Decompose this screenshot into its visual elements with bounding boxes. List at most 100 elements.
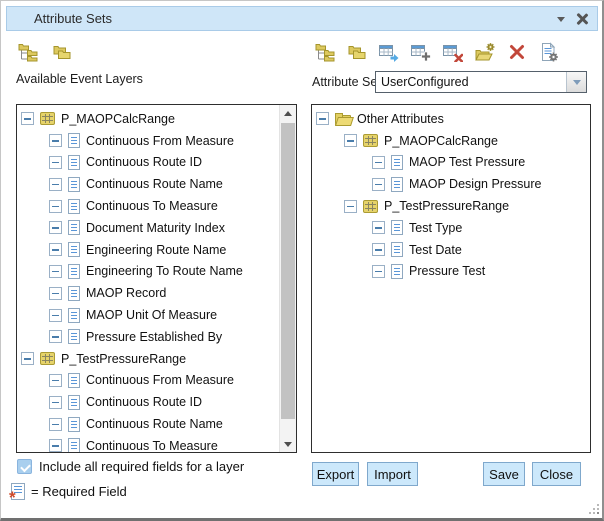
field-icon xyxy=(68,438,80,452)
collapse-toggle-icon[interactable] xyxy=(372,221,385,234)
field-icon xyxy=(68,308,80,323)
scroll-down-button[interactable] xyxy=(280,436,296,452)
assign-to-set-button[interactable] xyxy=(378,42,399,62)
field-icon xyxy=(68,220,80,235)
tree-item-label: Engineering To Route Name xyxy=(86,264,243,278)
field-icon xyxy=(391,155,403,170)
collapse-toggle-icon[interactable] xyxy=(49,418,62,431)
tree-item[interactable]: MAOP Design Pressure xyxy=(312,173,590,195)
tree-item-label: P_MAOPCalcRange xyxy=(384,134,498,148)
tree-item-label: Engineering Route Name xyxy=(86,243,226,257)
field-icon xyxy=(391,177,403,192)
tree-item[interactable]: Continuous Route ID xyxy=(17,152,279,174)
collapse-toggle-icon[interactable] xyxy=(49,156,62,169)
collapse-toggle-icon[interactable] xyxy=(49,178,62,191)
tree-item[interactable]: P_MAOPCalcRange xyxy=(312,130,590,152)
collapse-all-button[interactable] xyxy=(346,42,367,62)
add-table-button[interactable] xyxy=(410,42,431,62)
window-menu-icon[interactable] xyxy=(557,17,565,22)
collapse-toggle-icon[interactable] xyxy=(49,134,62,147)
triangle-down-icon xyxy=(284,442,292,447)
expand-all-button[interactable] xyxy=(17,42,38,62)
tree-item[interactable]: Continuous Route Name xyxy=(17,173,279,195)
collapse-toggle-icon[interactable] xyxy=(372,243,385,256)
collapse-toggle-icon[interactable] xyxy=(49,221,62,234)
collapse-toggle-icon[interactable] xyxy=(344,200,357,213)
tree-item[interactable]: Other Attributes xyxy=(312,108,590,130)
tree-item[interactable]: P_TestPressureRange xyxy=(17,348,279,370)
collapse-toggle-icon[interactable] xyxy=(372,156,385,169)
tree-item-label: Continuous Route ID xyxy=(86,155,202,169)
tree-item[interactable]: Continuous From Measure xyxy=(17,370,279,392)
required-field-legend: = Required Field xyxy=(11,483,127,500)
import-button[interactable]: Import xyxy=(367,462,418,486)
tree-item[interactable]: Engineering Route Name xyxy=(17,239,279,261)
collapse-toggle-icon[interactable] xyxy=(49,396,62,409)
tree-item[interactable]: Continuous To Measure xyxy=(17,435,279,452)
collapse-toggle-icon[interactable] xyxy=(49,287,62,300)
tree-item-label: Other Attributes xyxy=(357,112,444,126)
expand-all-button[interactable] xyxy=(314,42,335,62)
resize-grip[interactable] xyxy=(587,502,599,514)
field-icon xyxy=(68,395,80,410)
tree-item[interactable]: Continuous Route ID xyxy=(17,391,279,413)
required-field-label: = Required Field xyxy=(31,484,127,499)
field-icon xyxy=(391,264,403,279)
tree-item[interactable]: Pressure Established By xyxy=(17,326,279,348)
collapse-toggle-icon[interactable] xyxy=(49,243,62,256)
event-layer-icon xyxy=(363,134,378,147)
delete-x-icon xyxy=(508,43,526,61)
tree-item-label: Continuous From Measure xyxy=(86,134,234,148)
combobox-dropdown-button[interactable] xyxy=(566,72,586,92)
delete-attribute-set-button[interactable] xyxy=(506,42,527,62)
available-layers-tree-panel: P_MAOPCalcRangeContinuous From MeasureCo… xyxy=(16,104,297,453)
collapse-toggle-icon[interactable] xyxy=(372,265,385,278)
collapse-toggle-icon[interactable] xyxy=(21,352,34,365)
tree-item-label: P_TestPressureRange xyxy=(384,199,509,213)
scrollbar-thumb[interactable] xyxy=(281,123,295,419)
collapse-toggle-icon[interactable] xyxy=(49,265,62,278)
collapse-toggle-icon[interactable] xyxy=(316,112,329,125)
export-button[interactable]: Export xyxy=(312,462,359,486)
tree-item[interactable]: MAOP Unit Of Measure xyxy=(17,304,279,326)
tree-item[interactable]: MAOP Test Pressure xyxy=(312,152,590,174)
tree-item[interactable]: Pressure Test xyxy=(312,261,590,283)
remove-table-button[interactable] xyxy=(442,42,463,62)
scroll-up-button[interactable] xyxy=(280,105,296,121)
tree-item-label: Document Maturity Index xyxy=(86,221,225,235)
tree-item[interactable]: Continuous To Measure xyxy=(17,195,279,217)
close-button[interactable]: Close xyxy=(532,462,581,486)
collapse-toggle-icon[interactable] xyxy=(372,178,385,191)
attribute-set-combobox[interactable]: UserConfigured xyxy=(375,71,587,93)
tree-item-label: MAOP Unit Of Measure xyxy=(86,308,217,322)
include-required-fields-checkbox[interactable] xyxy=(17,459,32,474)
close-icon[interactable] xyxy=(575,12,588,25)
tree-item[interactable]: P_TestPressureRange xyxy=(312,195,590,217)
collapse-all-button[interactable] xyxy=(51,42,72,62)
collapse-toggle-icon[interactable] xyxy=(49,330,62,343)
new-attribute-set-button[interactable] xyxy=(474,42,495,62)
vertical-scrollbar[interactable] xyxy=(279,105,296,452)
tree-item[interactable]: P_MAOPCalcRange xyxy=(17,108,279,130)
tree-item-label: Pressure Established By xyxy=(86,330,222,344)
attribute-set-tree: Other Attributes P_MAOPCalcRange MAOP Test… xyxy=(312,105,590,452)
attribute-set-properties-button[interactable] xyxy=(538,42,559,62)
tree-item[interactable]: Continuous From Measure xyxy=(17,130,279,152)
tree-item[interactable]: Engineering To Route Name xyxy=(17,261,279,283)
collapse-toggle-icon[interactable] xyxy=(49,200,62,213)
tree-item-label: Pressure Test xyxy=(409,264,485,278)
tree-item[interactable]: MAOP Record xyxy=(17,282,279,304)
save-button[interactable]: Save xyxy=(483,462,525,486)
tree-item[interactable]: Test Type xyxy=(312,217,590,239)
collapse-toggle-icon[interactable] xyxy=(49,439,62,452)
tree-item[interactable]: Test Date xyxy=(312,239,590,261)
collapse-toggle-icon[interactable] xyxy=(344,134,357,147)
field-icon xyxy=(391,242,403,257)
field-icon xyxy=(68,155,80,170)
collapse-toggle-icon[interactable] xyxy=(49,374,62,387)
tree-item[interactable]: Continuous Route Name xyxy=(17,413,279,435)
collapse-toggle-icon[interactable] xyxy=(49,309,62,322)
tree-item[interactable]: Document Maturity Index xyxy=(17,217,279,239)
collapse-toggle-icon[interactable] xyxy=(21,112,34,125)
field-icon xyxy=(68,373,80,388)
